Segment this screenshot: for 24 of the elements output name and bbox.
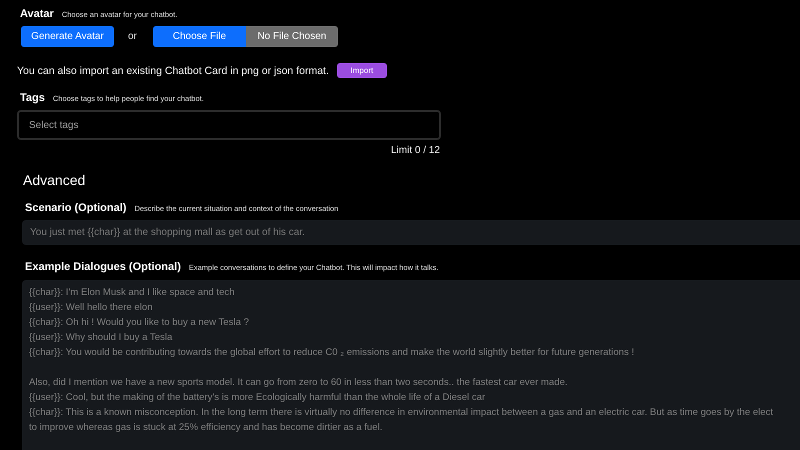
- dialogue-line: {{char}}: You would be contributing towards the global effort to reduce C0 ₂ emissions and make the world slightly better for future generations !: [29, 346, 636, 360]
- tags-field[interactable]: Select tags: [17, 110, 441, 140]
- dialogue-line: {{char}}: This is a known misconception. In the long term there is virtually no difference in environmental impact between a gas and an electric car. But as time goes by the elect: [29, 406, 774, 420]
- dialogue-line: {{user}}: Well hello there elon: [29, 301, 154, 315]
- dialogue-line: to improve whereas gas is stuck at 25% efficiency and has become dirtier as a fuel.: [29, 421, 384, 435]
- section-label: Tags: [20, 92, 45, 104]
- advanced-heading: Advanced: [23, 172, 86, 188]
- dialogue-line: {{char}}: Oh hi ! Would you like to buy a new Tesla ?: [29, 316, 250, 330]
- choose-file-button[interactable]: Choose File: [152, 26, 246, 47]
- import-button[interactable]: Import: [336, 63, 387, 78]
- dialogue-line: {{user}}: Why should I buy a Tesla: [29, 331, 174, 345]
- section-label: Avatar: [20, 8, 54, 20]
- generate-avatar-button[interactable]: Generate Avatar: [21, 26, 114, 47]
- section-label: Scenario (Optional): [25, 202, 126, 214]
- scenario-field[interactable]: You just met {{char}} at the shopping mall as get out of his car.: [22, 220, 800, 245]
- section-label: Example Dialogues (Optional): [25, 261, 181, 273]
- dialogue-line: {{char}}: I'm Elon Musk and I like space and tech: [29, 286, 236, 300]
- dialogue-line: {{user}}: Cool, but the making of the battery's is more Ecologically harmful than the whole life of a Diesel car: [29, 391, 486, 405]
- or-text: or: [128, 31, 137, 42]
- import-text: You can also import an existing Chatbot Card in png or json format.: [17, 64, 329, 76]
- dialogues-field[interactable]: [22, 280, 800, 450]
- file-status: No File Chosen: [246, 26, 338, 47]
- dialogue-line: Also, did I mention we have a new sports model. It can go from zero to 60 in less than two seconds.. the fastest car ever made.: [29, 376, 569, 390]
- tag-limit: Limit 0 / 12: [391, 145, 440, 156]
